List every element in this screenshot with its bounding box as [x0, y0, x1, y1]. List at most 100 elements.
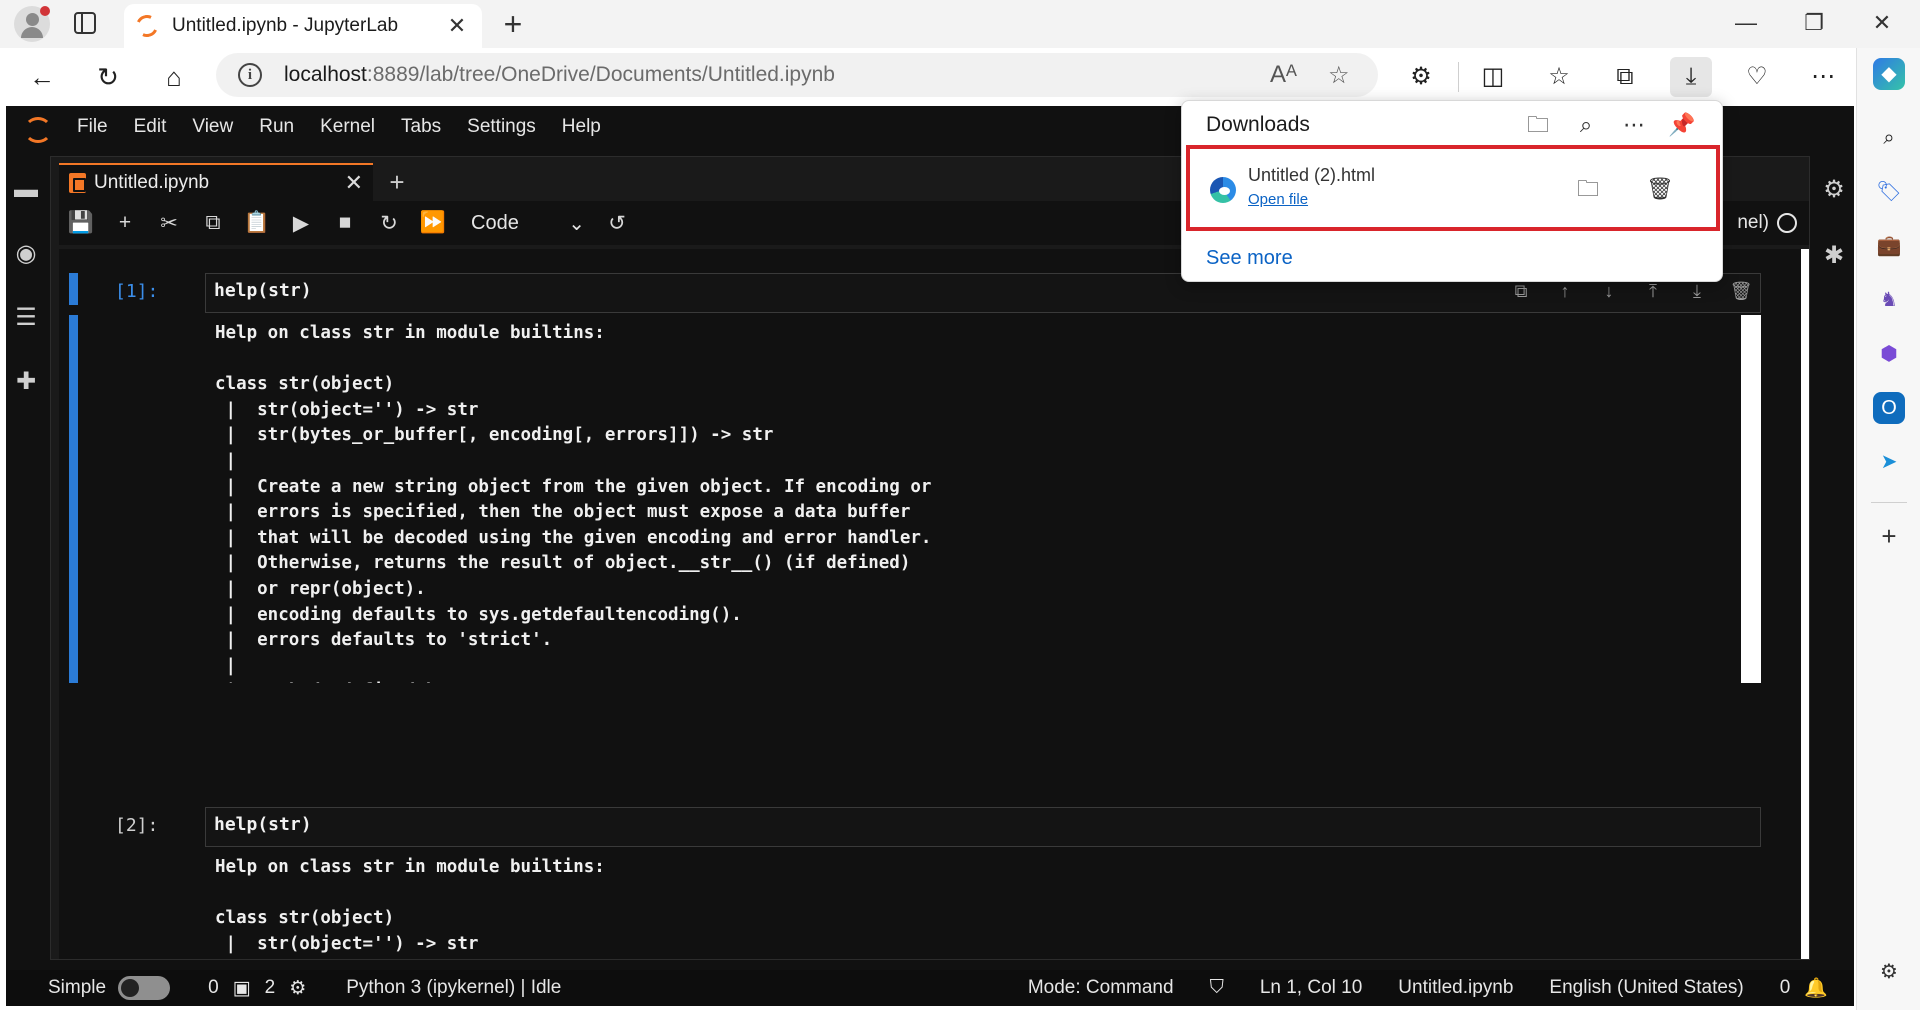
address-bar[interactable]: i localhost:8889/lab/tree/OneDrive/Docum…: [216, 53, 1378, 97]
close-window-icon[interactable]: ✕: [1862, 8, 1902, 38]
property-inspector-gears-icon[interactable]: ⚙: [1820, 176, 1848, 204]
menu-settings[interactable]: Settings: [454, 116, 549, 138]
refresh-icon[interactable]: ↻: [88, 57, 128, 97]
delete-download-icon[interactable]: 🗑: [1642, 171, 1678, 207]
file-browser-folder-icon[interactable]: ▬: [12, 176, 40, 204]
menu-file[interactable]: File: [64, 116, 121, 138]
restart-kernel-icon[interactable]: ↻: [367, 211, 411, 236]
home-icon[interactable]: ⌂: [154, 57, 194, 97]
tab-close-icon[interactable]: ✕: [444, 13, 470, 39]
read-aloud-icon[interactable]: Aᴬ: [1270, 61, 1297, 89]
see-more-link[interactable]: See more: [1206, 247, 1293, 270]
download-item[interactable]: Untitled (2).html Open file 🗀 🗑: [1186, 145, 1720, 231]
search-icon[interactable]: ⌕: [1873, 122, 1905, 154]
paste-icon[interactable]: 📋: [235, 211, 279, 235]
more-options-icon[interactable]: ⋯: [1614, 109, 1654, 141]
move-up-icon[interactable]: ↑: [1543, 281, 1587, 302]
running-kernels-icon[interactable]: ◉: [12, 240, 40, 268]
back-arrow-icon[interactable]: ←: [22, 57, 62, 97]
cell-type-select[interactable]: Code ⌄: [465, 208, 595, 238]
new-tab-icon[interactable]: +: [496, 6, 530, 42]
browser-tab-active[interactable]: Untitled.ipynb - JupyterLab ✕: [124, 4, 482, 48]
git-refresh-icon[interactable]: ↺: [595, 211, 639, 236]
site-info-icon[interactable]: i: [238, 63, 262, 87]
browser-tab-title: Untitled.ipynb - JupyterLab: [172, 15, 399, 36]
tab-actions-icon[interactable]: [74, 12, 96, 34]
notification-bell-icon[interactable]: 🔔: [1804, 976, 1828, 1000]
menu-kernel[interactable]: Kernel: [307, 116, 388, 138]
table-of-contents-icon[interactable]: ☰: [12, 304, 40, 332]
insert-cell-icon[interactable]: +: [103, 211, 147, 235]
save-icon[interactable]: 💾: [59, 211, 103, 235]
microsoft365-icon[interactable]: ⬢: [1873, 338, 1905, 370]
chevron-down-icon: ⌄: [568, 212, 585, 235]
edge-file-icon: [1210, 177, 1236, 203]
notebook-tab[interactable]: Untitled.ipynb ✕: [59, 163, 373, 201]
show-in-folder-icon[interactable]: 🗀: [1570, 171, 1606, 207]
jupyter-logo-icon: [22, 113, 52, 143]
favorite-star-icon[interactable]: ☆: [1328, 61, 1350, 90]
add-sidebar-app-icon[interactable]: +: [1873, 520, 1905, 552]
simple-mode-toggle[interactable]: [118, 976, 171, 1000]
interrupt-kernel-icon[interactable]: ■: [323, 211, 367, 235]
collections-icon[interactable]: ⧉: [1604, 57, 1646, 97]
trusted-shield-icon[interactable]: ⛉: [1210, 977, 1224, 999]
notebook-tab-title: Untitled.ipynb: [94, 172, 210, 193]
copy-icon[interactable]: ⧉: [191, 211, 235, 235]
insert-above-icon[interactable]: ⤒: [1631, 281, 1675, 302]
kernel-gear-icon[interactable]: ⚙: [289, 977, 306, 1000]
menu-view[interactable]: View: [179, 116, 246, 138]
kernel-idle-circle-icon: [1777, 213, 1797, 233]
extensions-icon[interactable]: ⚙: [1400, 57, 1442, 97]
notebook-scrollbar[interactable]: [1801, 249, 1809, 959]
run-cell-icon[interactable]: ▶: [279, 211, 323, 236]
shopping-tag-icon[interactable]: 🏷: [1873, 176, 1905, 208]
extension-manager-puzzle-icon[interactable]: ✚: [12, 368, 40, 396]
pin-icon[interactable]: 📌: [1662, 109, 1702, 141]
split-screen-icon[interactable]: ◫: [1472, 57, 1514, 97]
menu-edit[interactable]: Edit: [121, 116, 180, 138]
cell-1-input-collapser[interactable]: [69, 273, 78, 305]
restore-icon[interactable]: ❐: [1794, 8, 1834, 38]
copilot-icon[interactable]: ◆: [1873, 58, 1905, 90]
delete-cell-icon[interactable]: 🗑: [1719, 281, 1763, 302]
download-file-name: Untitled (2).html: [1248, 165, 1376, 185]
open-file-link[interactable]: Open file: [1248, 191, 1308, 208]
drop-send-icon[interactable]: ➤: [1873, 446, 1905, 478]
menu-help[interactable]: Help: [549, 116, 614, 138]
kernel-status-text[interactable]: Python 3 (ipykernel) | Idle: [346, 977, 561, 999]
outlook-icon[interactable]: O: [1873, 392, 1905, 424]
browser-essentials-icon[interactable]: ♡: [1736, 57, 1778, 97]
notebook-file-icon: [69, 173, 86, 193]
search-downloads-icon[interactable]: ⌕: [1566, 109, 1606, 141]
kernel-name-partial: nel): [1737, 212, 1769, 233]
menu-tabs[interactable]: Tabs: [388, 116, 454, 138]
debugger-bug-icon[interactable]: ✱: [1820, 242, 1848, 270]
tools-briefcase-icon[interactable]: 💼: [1873, 230, 1905, 262]
games-icon[interactable]: ♞: [1873, 284, 1905, 316]
cell-1-output-scrollbar[interactable]: [1741, 315, 1761, 683]
downloads-title: Downloads: [1206, 113, 1310, 136]
cut-icon[interactable]: ✂: [147, 211, 191, 236]
minimize-icon[interactable]: —: [1726, 8, 1766, 38]
settings-more-icon[interactable]: ⋯: [1802, 57, 1844, 97]
terminal-icon[interactable]: ▣: [233, 977, 251, 1000]
cursor-position[interactable]: Ln 1, Col 10: [1260, 977, 1362, 999]
sidebar-settings-gear-icon[interactable]: ⚙: [1873, 956, 1905, 988]
language-indicator[interactable]: English (United States): [1549, 977, 1743, 999]
insert-below-icon[interactable]: ⤓: [1675, 281, 1719, 302]
cell-1-output-collapser[interactable]: [69, 315, 78, 683]
jupyter-left-sidebar: ▬ ◉ ☰ ✚: [6, 148, 46, 960]
kernel-status[interactable]: nel): [1737, 201, 1809, 245]
move-down-icon[interactable]: ↓: [1587, 281, 1631, 302]
menu-run[interactable]: Run: [246, 116, 307, 138]
downloads-icon[interactable]: ⤓: [1670, 57, 1712, 97]
favorites-icon[interactable]: ☆: [1538, 57, 1580, 97]
new-launcher-tab-icon[interactable]: +: [381, 163, 413, 201]
notebook-tab-close-icon[interactable]: ✕: [345, 170, 363, 196]
jupyter-right-sidebar: ⚙ ✱: [1814, 148, 1854, 960]
open-downloads-folder-icon[interactable]: 🗀: [1518, 109, 1558, 141]
cell-2-input[interactable]: help(str): [205, 807, 1761, 847]
duplicate-cell-icon[interactable]: ⧉: [1499, 281, 1543, 302]
restart-run-all-icon[interactable]: ⏩: [411, 211, 455, 235]
